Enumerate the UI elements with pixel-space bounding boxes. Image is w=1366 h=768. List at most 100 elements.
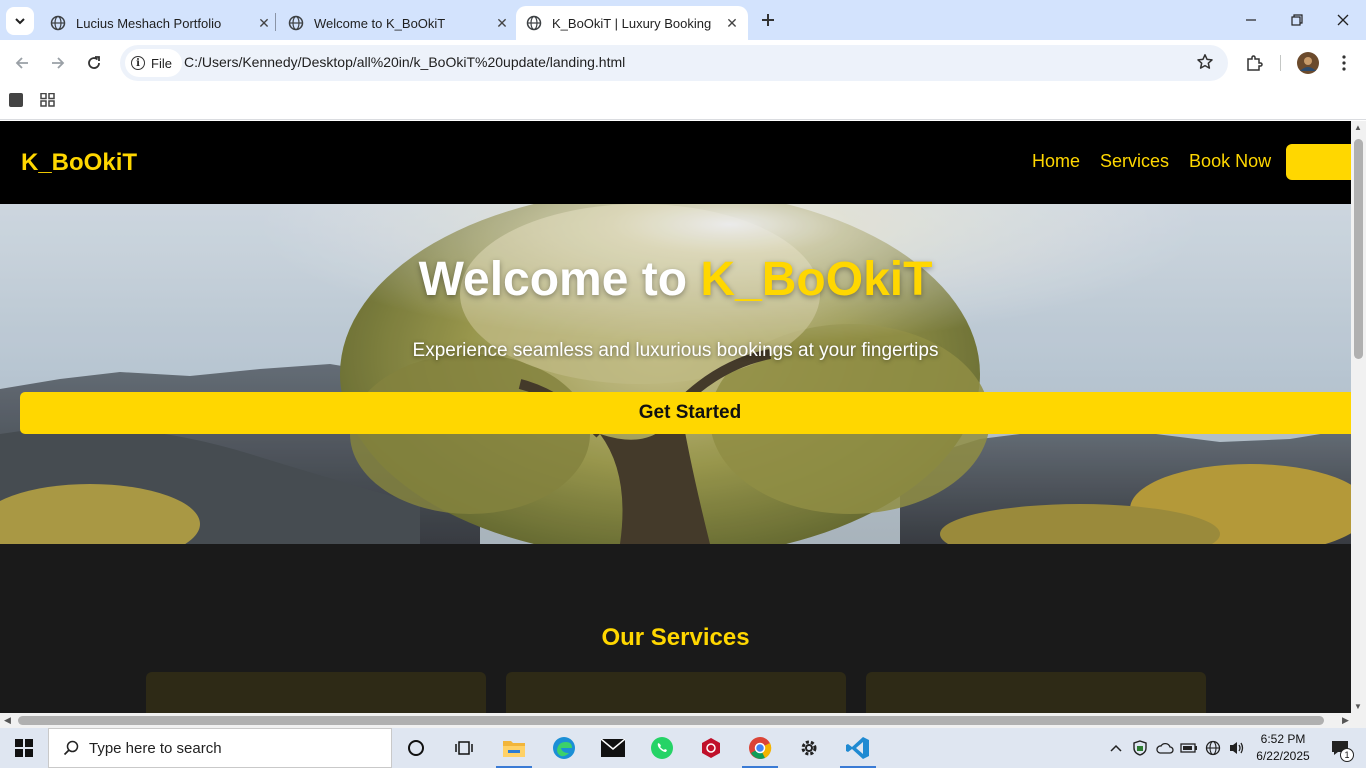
scroll-down-icon[interactable]: ▼: [1354, 702, 1362, 711]
scheme-label: File: [151, 55, 172, 71]
whatsapp-button[interactable]: [638, 728, 686, 768]
browser-menu-button[interactable]: [1330, 49, 1358, 77]
site-logo[interactable]: K_BoOkiT: [21, 149, 137, 177]
nav-links: Home Services Book Now: [1032, 151, 1271, 172]
mail-icon: [601, 739, 625, 757]
tray-battery[interactable]: [1178, 728, 1200, 768]
search-placeholder: Type here to search: [89, 739, 222, 757]
minimize-icon: [1246, 19, 1256, 21]
extensions-button[interactable]: [1240, 49, 1268, 77]
back-button[interactable]: [8, 49, 36, 77]
site-navbar: K_BoOkiT Home Services Book Now: [0, 121, 1351, 204]
service-card[interactable]: [146, 672, 486, 713]
get-started-button[interactable]: Get Started: [20, 392, 1351, 434]
tray-onedrive[interactable]: [1154, 728, 1176, 768]
taskbar-clock[interactable]: 6:52 PM 6/22/2025: [1248, 731, 1318, 765]
hero-title: Welcome to K_BoOkiT: [0, 252, 1351, 307]
scroll-thumb[interactable]: [1354, 139, 1363, 359]
forward-button[interactable]: [44, 49, 72, 77]
reload-icon: [88, 56, 100, 69]
volume-icon: [1230, 742, 1244, 754]
scroll-left-icon[interactable]: ◀: [4, 715, 11, 726]
arrow-right-icon: [52, 57, 65, 69]
tray-show-hidden[interactable]: [1106, 728, 1126, 768]
scroll-right-icon[interactable]: ▶: [1342, 715, 1349, 726]
service-card[interactable]: [866, 672, 1206, 713]
nav-cta-button[interactable]: [1286, 144, 1351, 180]
services-heading: Our Services: [601, 624, 750, 651]
info-icon: i: [131, 56, 145, 70]
nav-book-now-link[interactable]: Book Now: [1189, 151, 1271, 172]
battery-icon: [1180, 743, 1197, 753]
search-icon: [63, 740, 79, 756]
cortana-button[interactable]: [392, 728, 440, 768]
tab-search-button[interactable]: [6, 7, 34, 35]
cloud-icon: [1156, 742, 1174, 754]
cortana-icon: [408, 740, 424, 756]
red-app-button[interactable]: [687, 728, 735, 768]
chevron-up-icon: [1110, 744, 1122, 752]
toolbar-divider: [1280, 55, 1281, 71]
tab-welcome[interactable]: Welcome to K_BoOkiT ✕: [278, 6, 510, 40]
close-icon: [1337, 14, 1349, 26]
scroll-up-icon[interactable]: ▲: [1354, 123, 1362, 132]
browser-tab-strip: Lucius Meshach Portfolio ✕ Welcome to K_…: [0, 0, 1366, 40]
close-icon[interactable]: ✕: [256, 15, 272, 31]
hero-title-prefix: Welcome to: [418, 253, 701, 306]
apps-grid-icon[interactable]: [40, 93, 56, 107]
avatar-icon: [1297, 52, 1319, 74]
globe-icon: [288, 15, 304, 31]
vertical-scrollbar[interactable]: ▲ ▼: [1351, 121, 1366, 713]
task-view-button[interactable]: [440, 728, 488, 768]
address-bar[interactable]: i File C:/Users/Kennedy/Desktop/all%20in…: [120, 45, 1228, 81]
reload-button[interactable]: [80, 49, 108, 77]
notification-center-button[interactable]: 1: [1320, 728, 1360, 768]
chrome-button[interactable]: [736, 728, 784, 768]
whatsapp-icon: [651, 737, 673, 759]
windows-icon: [15, 739, 33, 757]
services-section: Our Services: [0, 544, 1351, 713]
tab-portfolio[interactable]: Lucius Meshach Portfolio ✕: [40, 6, 272, 40]
file-explorer-icon: [503, 741, 525, 757]
start-button[interactable]: [0, 728, 48, 768]
settings-button[interactable]: [785, 728, 833, 768]
close-icon[interactable]: ✕: [494, 15, 510, 31]
tray-security[interactable]: [1130, 728, 1150, 768]
tray-volume[interactable]: [1226, 728, 1248, 768]
mail-button[interactable]: [589, 728, 637, 768]
vscode-button[interactable]: [834, 728, 882, 768]
vscode-icon: [846, 737, 869, 759]
task-view-icon: [455, 741, 473, 755]
close-window-button[interactable]: [1320, 0, 1366, 40]
nav-home-link[interactable]: Home: [1032, 151, 1080, 172]
clock-date: 6/22/2025: [1256, 749, 1310, 763]
globe-icon: [526, 15, 542, 31]
tray-network[interactable]: [1202, 728, 1224, 768]
scroll-thumb[interactable]: [18, 716, 1324, 725]
taskbar-search[interactable]: Type here to search: [48, 728, 392, 768]
tab-title: Lucius Meshach Portfolio: [76, 15, 222, 31]
site-info-chip[interactable]: i File: [125, 49, 182, 77]
browser-toolbar: i File C:/Users/Kennedy/Desktop/all%20in…: [0, 40, 1366, 86]
chrome-icon: [749, 737, 772, 759]
edge-button[interactable]: [540, 728, 588, 768]
new-tab-button[interactable]: [756, 8, 780, 32]
arrow-left-icon: [15, 57, 28, 69]
nav-services-link[interactable]: Services: [1100, 151, 1169, 172]
service-card[interactable]: [506, 672, 846, 713]
globe-icon: [1205, 740, 1221, 756]
profile-avatar[interactable]: [1294, 49, 1322, 77]
hero-subtitle: Experience seamless and luxurious bookin…: [412, 340, 939, 361]
star-icon[interactable]: [1196, 53, 1214, 71]
horizontal-scrollbar[interactable]: ◀ ▶: [0, 713, 1366, 728]
app-square-icon[interactable]: [9, 93, 23, 107]
url-text[interactable]: C:/Users/Kennedy/Desktop/all%20in/k_BoOk…: [184, 54, 625, 70]
tab-title: K_BoOkiT | Luxury Booking: [552, 15, 712, 31]
restore-button[interactable]: [1274, 0, 1320, 40]
tab-kbookit-active[interactable]: K_BoOkiT | Luxury Booking ✕: [516, 6, 748, 40]
kebab-icon: [1342, 55, 1346, 71]
tab-divider: [275, 13, 276, 31]
close-icon[interactable]: ✕: [724, 15, 740, 31]
file-explorer-button[interactable]: [490, 728, 538, 768]
minimize-button[interactable]: [1228, 0, 1274, 40]
